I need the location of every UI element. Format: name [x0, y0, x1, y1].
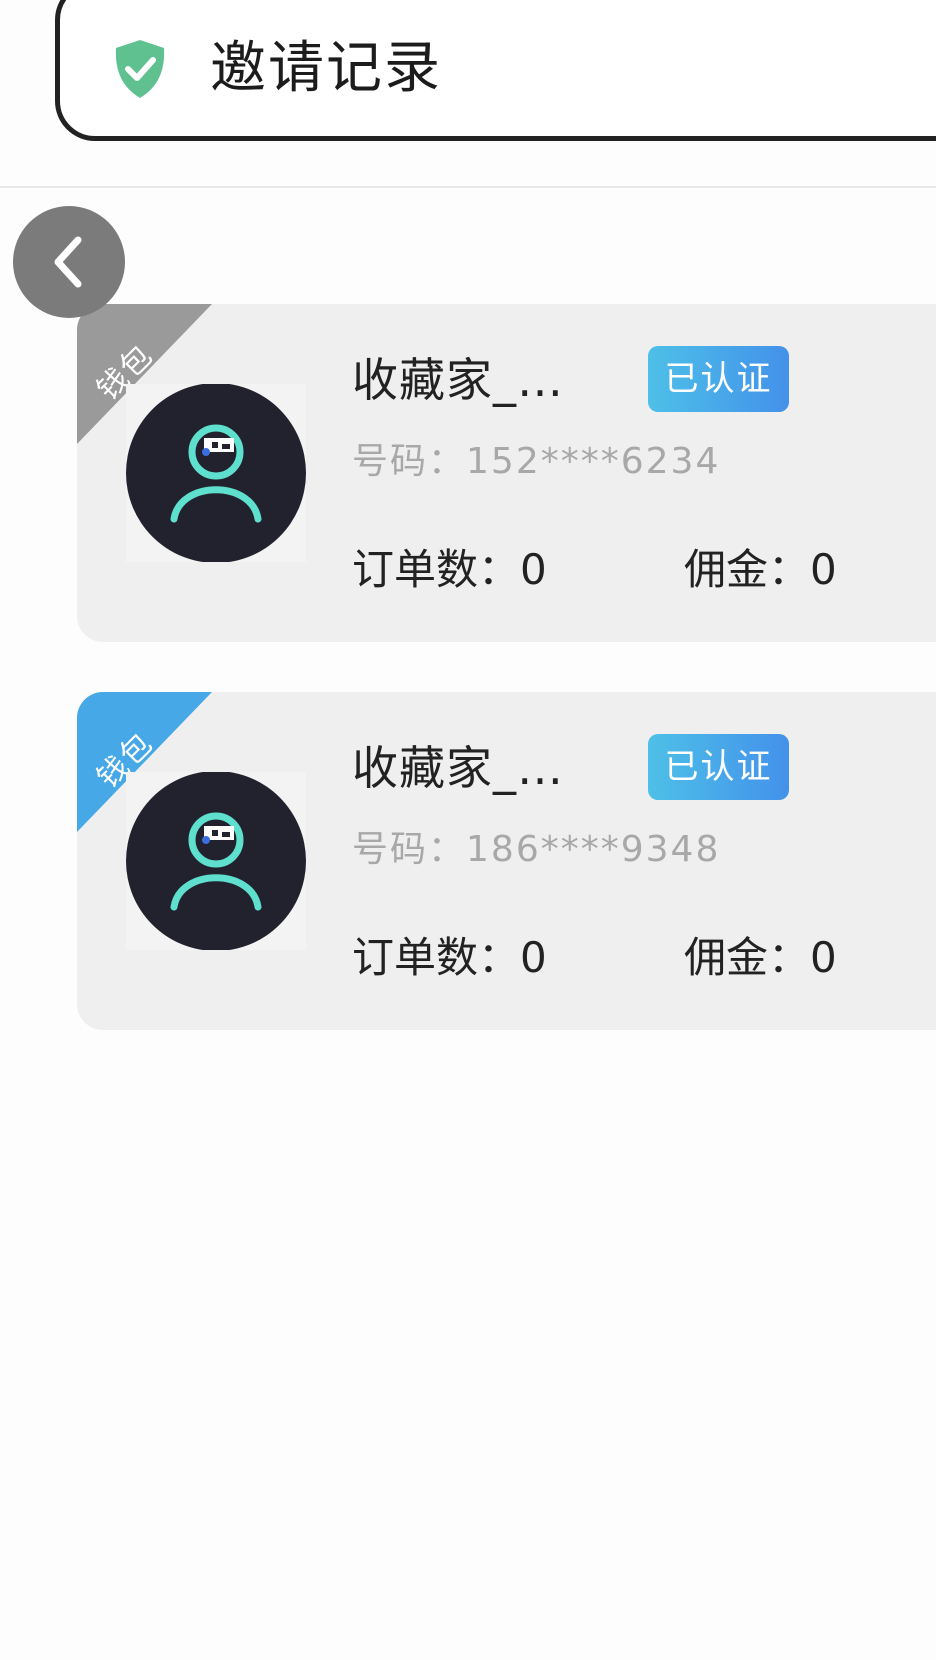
avatar: [126, 772, 306, 950]
user-avatar-icon: [126, 772, 306, 950]
user-name: 收藏家_…: [352, 353, 564, 407]
order-count: 订单数：0: [352, 933, 547, 982]
verified-badge: 已认证: [648, 734, 789, 800]
header-divider: [0, 186, 936, 188]
user-avatar-icon: [126, 384, 306, 562]
record-card[interactable]: 钱包 收藏家_… 已认证 号码：186****9348 订单数：0 佣金：0: [77, 692, 936, 1030]
phone-number: 号码：152****6234: [352, 441, 721, 482]
order-count: 订单数：0: [352, 545, 547, 594]
verified-badge: 已认证: [648, 346, 789, 412]
user-name: 收藏家_…: [352, 741, 564, 795]
phone-number: 号码：186****9348: [352, 829, 721, 870]
page-title: 邀请记录: [210, 36, 442, 101]
back-button[interactable]: [13, 206, 125, 318]
commission-amount: 佣金：0: [684, 933, 837, 982]
avatar: [126, 384, 306, 562]
chevron-left-icon: [54, 236, 82, 288]
record-card[interactable]: 钱包 收藏家_… 已认证 号码：152****6234 订单数：0 佣金：0: [77, 304, 936, 642]
shield-check-icon: [115, 40, 165, 98]
header-bar: [55, 0, 936, 141]
invite-records-page: 邀请记录 钱包 收藏家_… 已认证 号码：152****6234 订单数：0 佣…: [0, 0, 936, 1660]
commission-amount: 佣金：0: [684, 545, 837, 594]
